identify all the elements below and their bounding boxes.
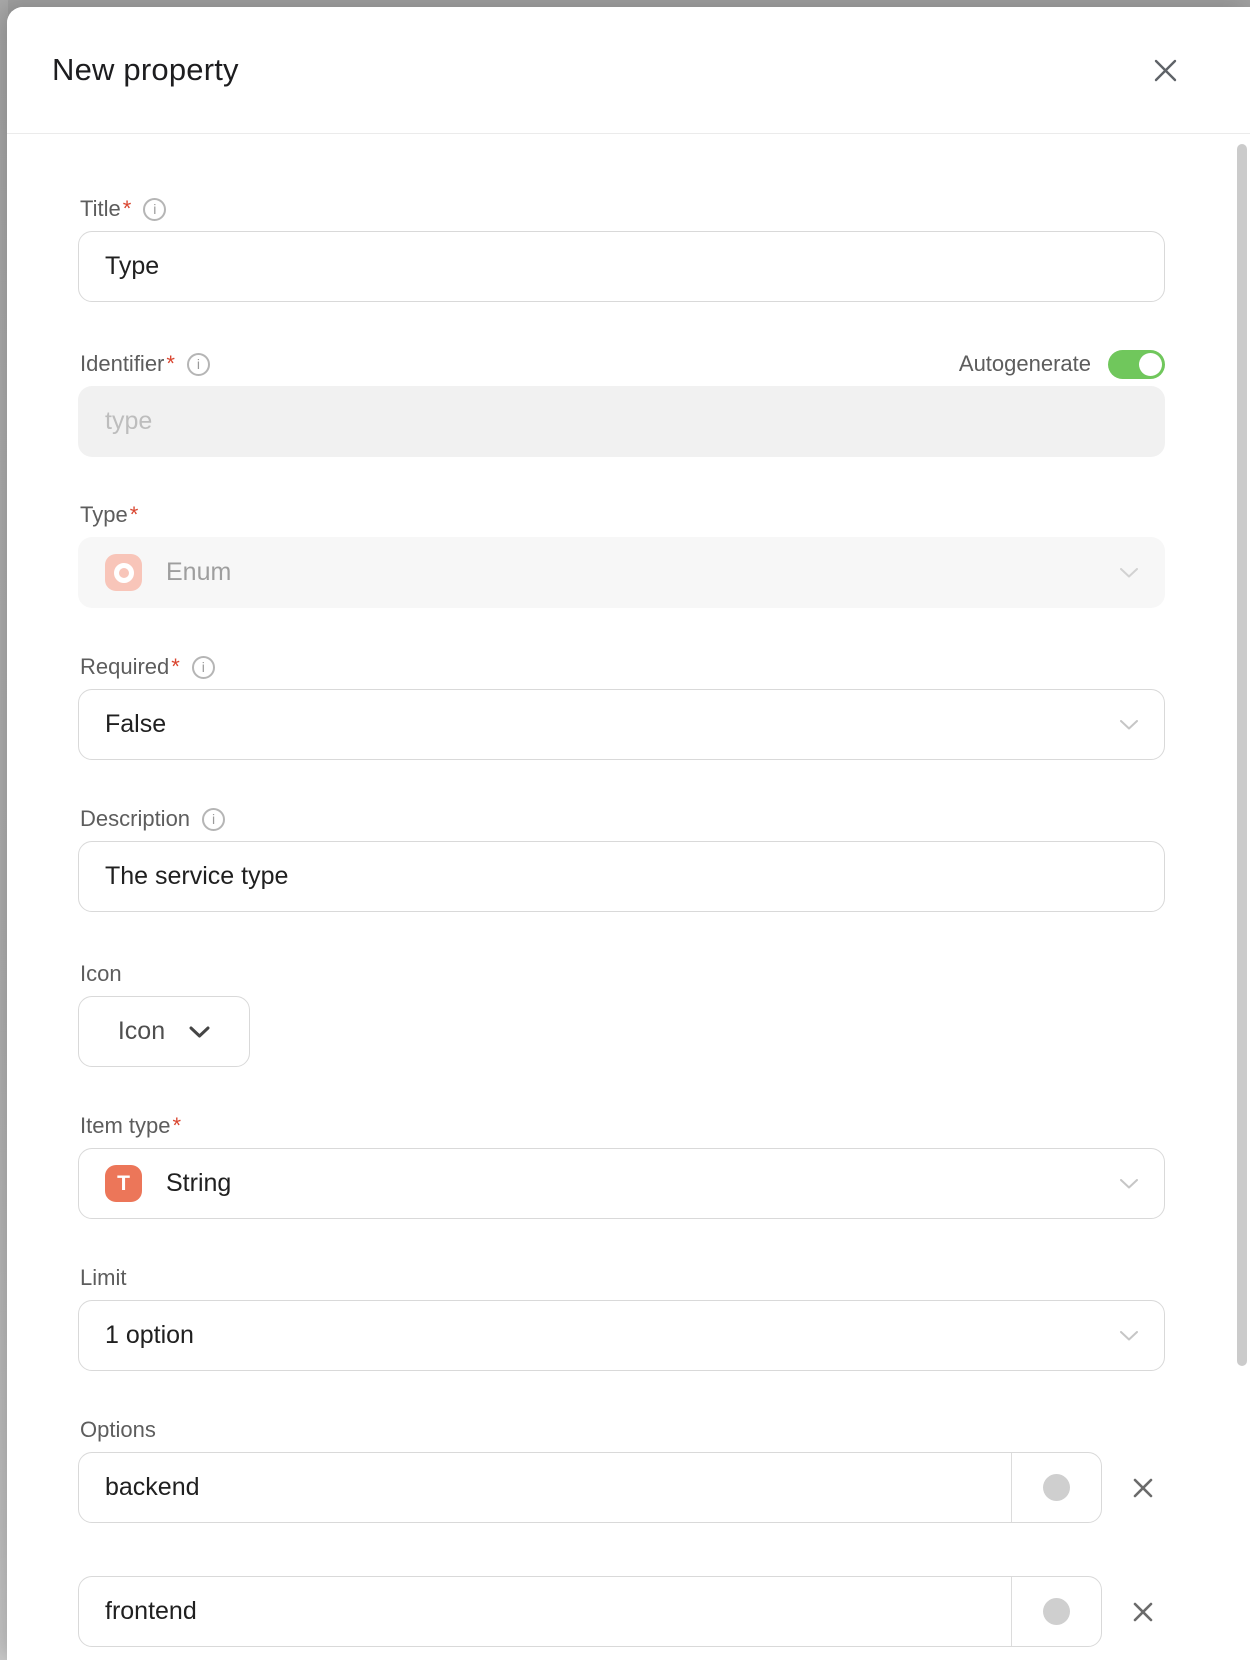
required-select[interactable]: False bbox=[78, 689, 1165, 760]
item-type-label-row: Item type* bbox=[80, 1113, 1165, 1139]
option-row bbox=[78, 1452, 1165, 1523]
field-icon: Icon Icon bbox=[78, 961, 1165, 1067]
option-color-button[interactable] bbox=[1011, 1577, 1101, 1646]
description-label: Description bbox=[80, 806, 190, 832]
icon-label-row: Icon bbox=[80, 961, 1165, 987]
limit-label-row: Limit bbox=[80, 1265, 1165, 1291]
required-asterisk: * bbox=[171, 654, 180, 680]
chevron-down-icon bbox=[1120, 568, 1138, 578]
autogenerate-label: Autogenerate bbox=[959, 351, 1091, 377]
option-value-input[interactable] bbox=[79, 1577, 1011, 1646]
chevron-down-icon bbox=[1120, 720, 1138, 730]
option-input-group bbox=[78, 1576, 1102, 1647]
modal-scrollbar[interactable] bbox=[1237, 144, 1247, 1366]
required-select-value: False bbox=[105, 710, 166, 739]
option-color-button[interactable] bbox=[1011, 1453, 1101, 1522]
title-label: Title bbox=[80, 196, 121, 222]
chevron-down-icon bbox=[189, 1026, 210, 1038]
toggle-knob bbox=[1139, 353, 1162, 376]
type-label-row: Type* bbox=[80, 502, 1165, 528]
description-input[interactable] bbox=[78, 841, 1165, 912]
type-select-value: Enum bbox=[166, 558, 231, 587]
info-icon[interactable]: i bbox=[187, 353, 210, 376]
item-type-select[interactable]: T String bbox=[78, 1148, 1165, 1219]
close-icon bbox=[1152, 57, 1179, 84]
type-select: Enum bbox=[78, 537, 1165, 608]
modal-title: New property bbox=[52, 52, 239, 88]
title-input[interactable] bbox=[78, 231, 1165, 302]
autogenerate-toggle[interactable] bbox=[1108, 350, 1165, 379]
color-swatch-icon bbox=[1043, 1474, 1070, 1501]
identifier-input bbox=[78, 386, 1165, 457]
required-asterisk: * bbox=[166, 351, 175, 377]
option-input-group bbox=[78, 1452, 1102, 1523]
icon-picker-label: Icon bbox=[118, 1017, 165, 1046]
close-icon bbox=[1132, 1477, 1154, 1499]
icon-label: Icon bbox=[80, 961, 122, 987]
close-icon bbox=[1132, 1601, 1154, 1623]
field-item-type: Item type* T String bbox=[78, 1113, 1165, 1219]
required-asterisk: * bbox=[172, 1113, 181, 1139]
item-type-select-value: String bbox=[166, 1169, 231, 1198]
limit-label: Limit bbox=[80, 1265, 126, 1291]
info-icon[interactable]: i bbox=[202, 808, 225, 831]
identifier-label: Identifier bbox=[80, 351, 164, 377]
title-label-row: Title* i bbox=[80, 196, 1165, 222]
option-row bbox=[78, 1576, 1165, 1647]
remove-option-button[interactable] bbox=[1128, 1597, 1158, 1627]
string-type-icon: T bbox=[105, 1165, 142, 1202]
field-required: Required* i False bbox=[78, 654, 1165, 760]
chevron-down-icon bbox=[1120, 1179, 1138, 1189]
options-label: Options bbox=[80, 1417, 156, 1443]
close-button[interactable] bbox=[1148, 53, 1183, 88]
type-label: Type bbox=[80, 502, 128, 528]
field-identifier: Identifier* i Autogenerate bbox=[78, 351, 1165, 457]
field-type: Type* Enum bbox=[78, 502, 1165, 608]
identifier-label-row: Identifier* i Autogenerate bbox=[80, 351, 1165, 377]
limit-select-value: 1 option bbox=[105, 1321, 194, 1350]
color-swatch-icon bbox=[1043, 1598, 1070, 1625]
icon-picker-button[interactable]: Icon bbox=[78, 996, 250, 1067]
option-value-input[interactable] bbox=[79, 1453, 1011, 1522]
field-title: Title* i bbox=[78, 196, 1165, 302]
chevron-down-icon bbox=[1120, 1331, 1138, 1341]
required-label: Required bbox=[80, 654, 169, 680]
limit-select[interactable]: 1 option bbox=[78, 1300, 1165, 1371]
remove-option-button[interactable] bbox=[1128, 1473, 1158, 1503]
info-icon[interactable]: i bbox=[192, 656, 215, 679]
field-options: Options bbox=[78, 1417, 1165, 1647]
item-type-label: Item type bbox=[80, 1113, 170, 1139]
modal-body: Title* i Identifier* i Autogenerate Type… bbox=[7, 134, 1250, 1647]
modal-header: New property bbox=[7, 7, 1250, 134]
field-limit: Limit 1 option bbox=[78, 1265, 1165, 1371]
field-description: Description i bbox=[78, 806, 1165, 912]
required-label-row: Required* i bbox=[80, 654, 1165, 680]
new-property-modal: New property Title* i Identifier* i Auto… bbox=[7, 7, 1250, 1660]
description-label-row: Description i bbox=[80, 806, 1165, 832]
required-asterisk: * bbox=[130, 502, 139, 528]
options-label-row: Options bbox=[80, 1417, 1165, 1443]
required-asterisk: * bbox=[123, 196, 132, 222]
enum-type-icon bbox=[105, 554, 142, 591]
info-icon[interactable]: i bbox=[143, 198, 166, 221]
